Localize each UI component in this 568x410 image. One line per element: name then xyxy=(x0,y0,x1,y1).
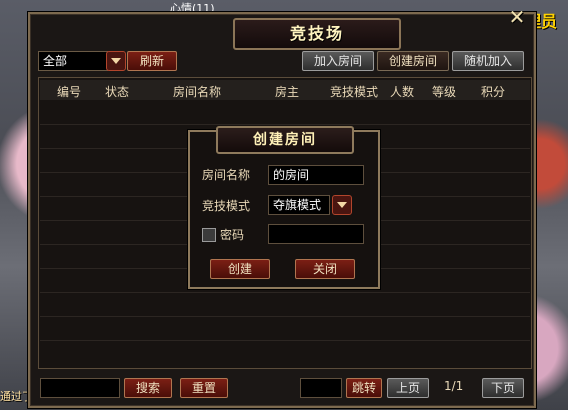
jump-page-input[interactable] xyxy=(300,378,342,398)
column-header: 人数 xyxy=(390,85,415,99)
room-filter-select[interactable]: 全部 xyxy=(38,51,108,71)
password-checkbox[interactable] xyxy=(202,228,216,242)
room-name-label: 房间名称 xyxy=(202,168,251,182)
dialog-title: 创建房间 xyxy=(253,132,317,148)
column-header: 等级 xyxy=(432,85,457,99)
column-header: 房主 xyxy=(275,85,300,99)
column-header: 竞技模式 xyxy=(330,85,379,99)
create-button[interactable]: 创建 xyxy=(210,259,270,279)
random-join-button[interactable]: 随机加入 xyxy=(452,51,524,71)
next-page-button[interactable]: 下页 xyxy=(482,378,524,398)
column-header: 房间名称 xyxy=(173,85,222,99)
mode-label: 竞技模式 xyxy=(202,199,251,213)
search-button[interactable]: 搜索 xyxy=(124,378,172,398)
window-title-banner: 竞技场 xyxy=(233,18,401,50)
filter-dropdown-icon[interactable] xyxy=(106,51,126,71)
jump-button[interactable]: 跳转 xyxy=(346,378,382,398)
prev-page-button[interactable]: 上页 xyxy=(387,378,429,398)
column-header: 积分 xyxy=(481,85,506,99)
column-header: 状态 xyxy=(105,85,130,99)
close-icon[interactable]: ✕ xyxy=(506,6,528,28)
refresh-button[interactable]: 刷新 xyxy=(127,51,177,71)
dialog-title-banner: 创建房间 xyxy=(216,126,354,154)
password-input[interactable] xyxy=(268,224,364,244)
search-input[interactable] xyxy=(40,378,120,398)
row-divider xyxy=(40,292,530,293)
page-indicator: 1/1 xyxy=(444,379,464,393)
row-divider xyxy=(40,124,530,125)
join-room-button[interactable]: 加入房间 xyxy=(302,51,374,71)
mode-dropdown-icon[interactable] xyxy=(332,195,352,215)
mode-select[interactable]: 夺旗模式 xyxy=(268,195,330,215)
close-dialog-button[interactable]: 关闭 xyxy=(295,259,355,279)
row-divider xyxy=(40,340,530,341)
column-header: 编号 xyxy=(57,85,82,99)
create-room-dialog: 创建房间 房间名称 的房间 竞技模式 夺旗模式 密码 创建 关闭 xyxy=(188,126,380,289)
room-list-header: 编号 状态 房间名称 房主 竞技模式 人数 等级 积分 xyxy=(40,80,530,100)
reset-button[interactable]: 重置 xyxy=(180,378,228,398)
window-title: 竞技场 xyxy=(289,24,344,43)
row-divider xyxy=(40,316,530,317)
password-label: 密码 xyxy=(220,228,245,242)
room-name-input[interactable]: 的房间 xyxy=(268,165,364,185)
create-room-button[interactable]: 创建房间 xyxy=(377,51,449,71)
